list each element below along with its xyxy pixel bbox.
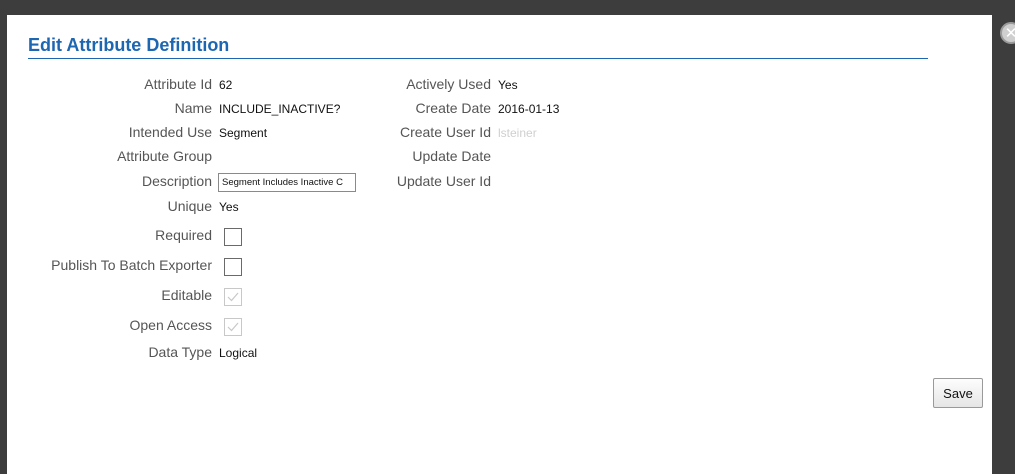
title-divider — [28, 58, 928, 59]
actively-used-label: Actively Used — [406, 76, 491, 92]
checkmark-icon — [227, 292, 239, 302]
create-date-value: 2016-01-13 — [498, 102, 560, 116]
checkmark-icon — [227, 322, 239, 332]
data-type-label: Data Type — [148, 344, 212, 360]
editable-label: Editable — [161, 287, 212, 303]
create-user-id-value: lsteiner — [498, 126, 537, 140]
intended-use-label: Intended Use — [128, 124, 212, 140]
unique-label: Unique — [167, 198, 212, 214]
create-date-label: Create Date — [415, 100, 491, 116]
attribute-group-label: Attribute Group — [117, 148, 212, 164]
description-input[interactable]: Segment Includes Inactive C — [218, 173, 356, 192]
intended-use-value: Segment — [219, 126, 268, 140]
data-type-value: Logical — [219, 346, 258, 360]
edit-attribute-dialog: Edit Attribute Definition Attribute Id 6… — [7, 15, 992, 474]
update-user-id-label: Update User Id — [396, 173, 491, 189]
description-label: Description — [141, 173, 212, 189]
create-user-id-label: Create User Id — [399, 124, 491, 140]
close-icon[interactable]: ✕ — [1000, 22, 1015, 44]
attribute-id-label: Attribute Id — [144, 76, 212, 92]
save-button[interactable]: Save — [933, 378, 983, 408]
open-access-checkbox — [224, 318, 242, 336]
publish-batch-exporter-checkbox[interactable] — [224, 258, 242, 276]
name-label: Name — [174, 100, 212, 116]
unique-value: Yes — [219, 200, 239, 214]
actively-used-value: Yes — [498, 78, 518, 92]
open-access-label: Open Access — [129, 317, 213, 333]
required-label: Required — [155, 227, 212, 243]
update-date-label: Update Date — [412, 148, 491, 164]
publish-batch-exporter-label: Publish To Batch Exporter — [51, 257, 212, 273]
attribute-id-value: 62 — [219, 78, 233, 92]
required-checkbox[interactable] — [224, 228, 242, 246]
dialog-title: Edit Attribute Definition — [28, 35, 230, 55]
editable-checkbox — [224, 288, 242, 306]
name-value: INCLUDE_INACTIVE? — [219, 102, 341, 116]
